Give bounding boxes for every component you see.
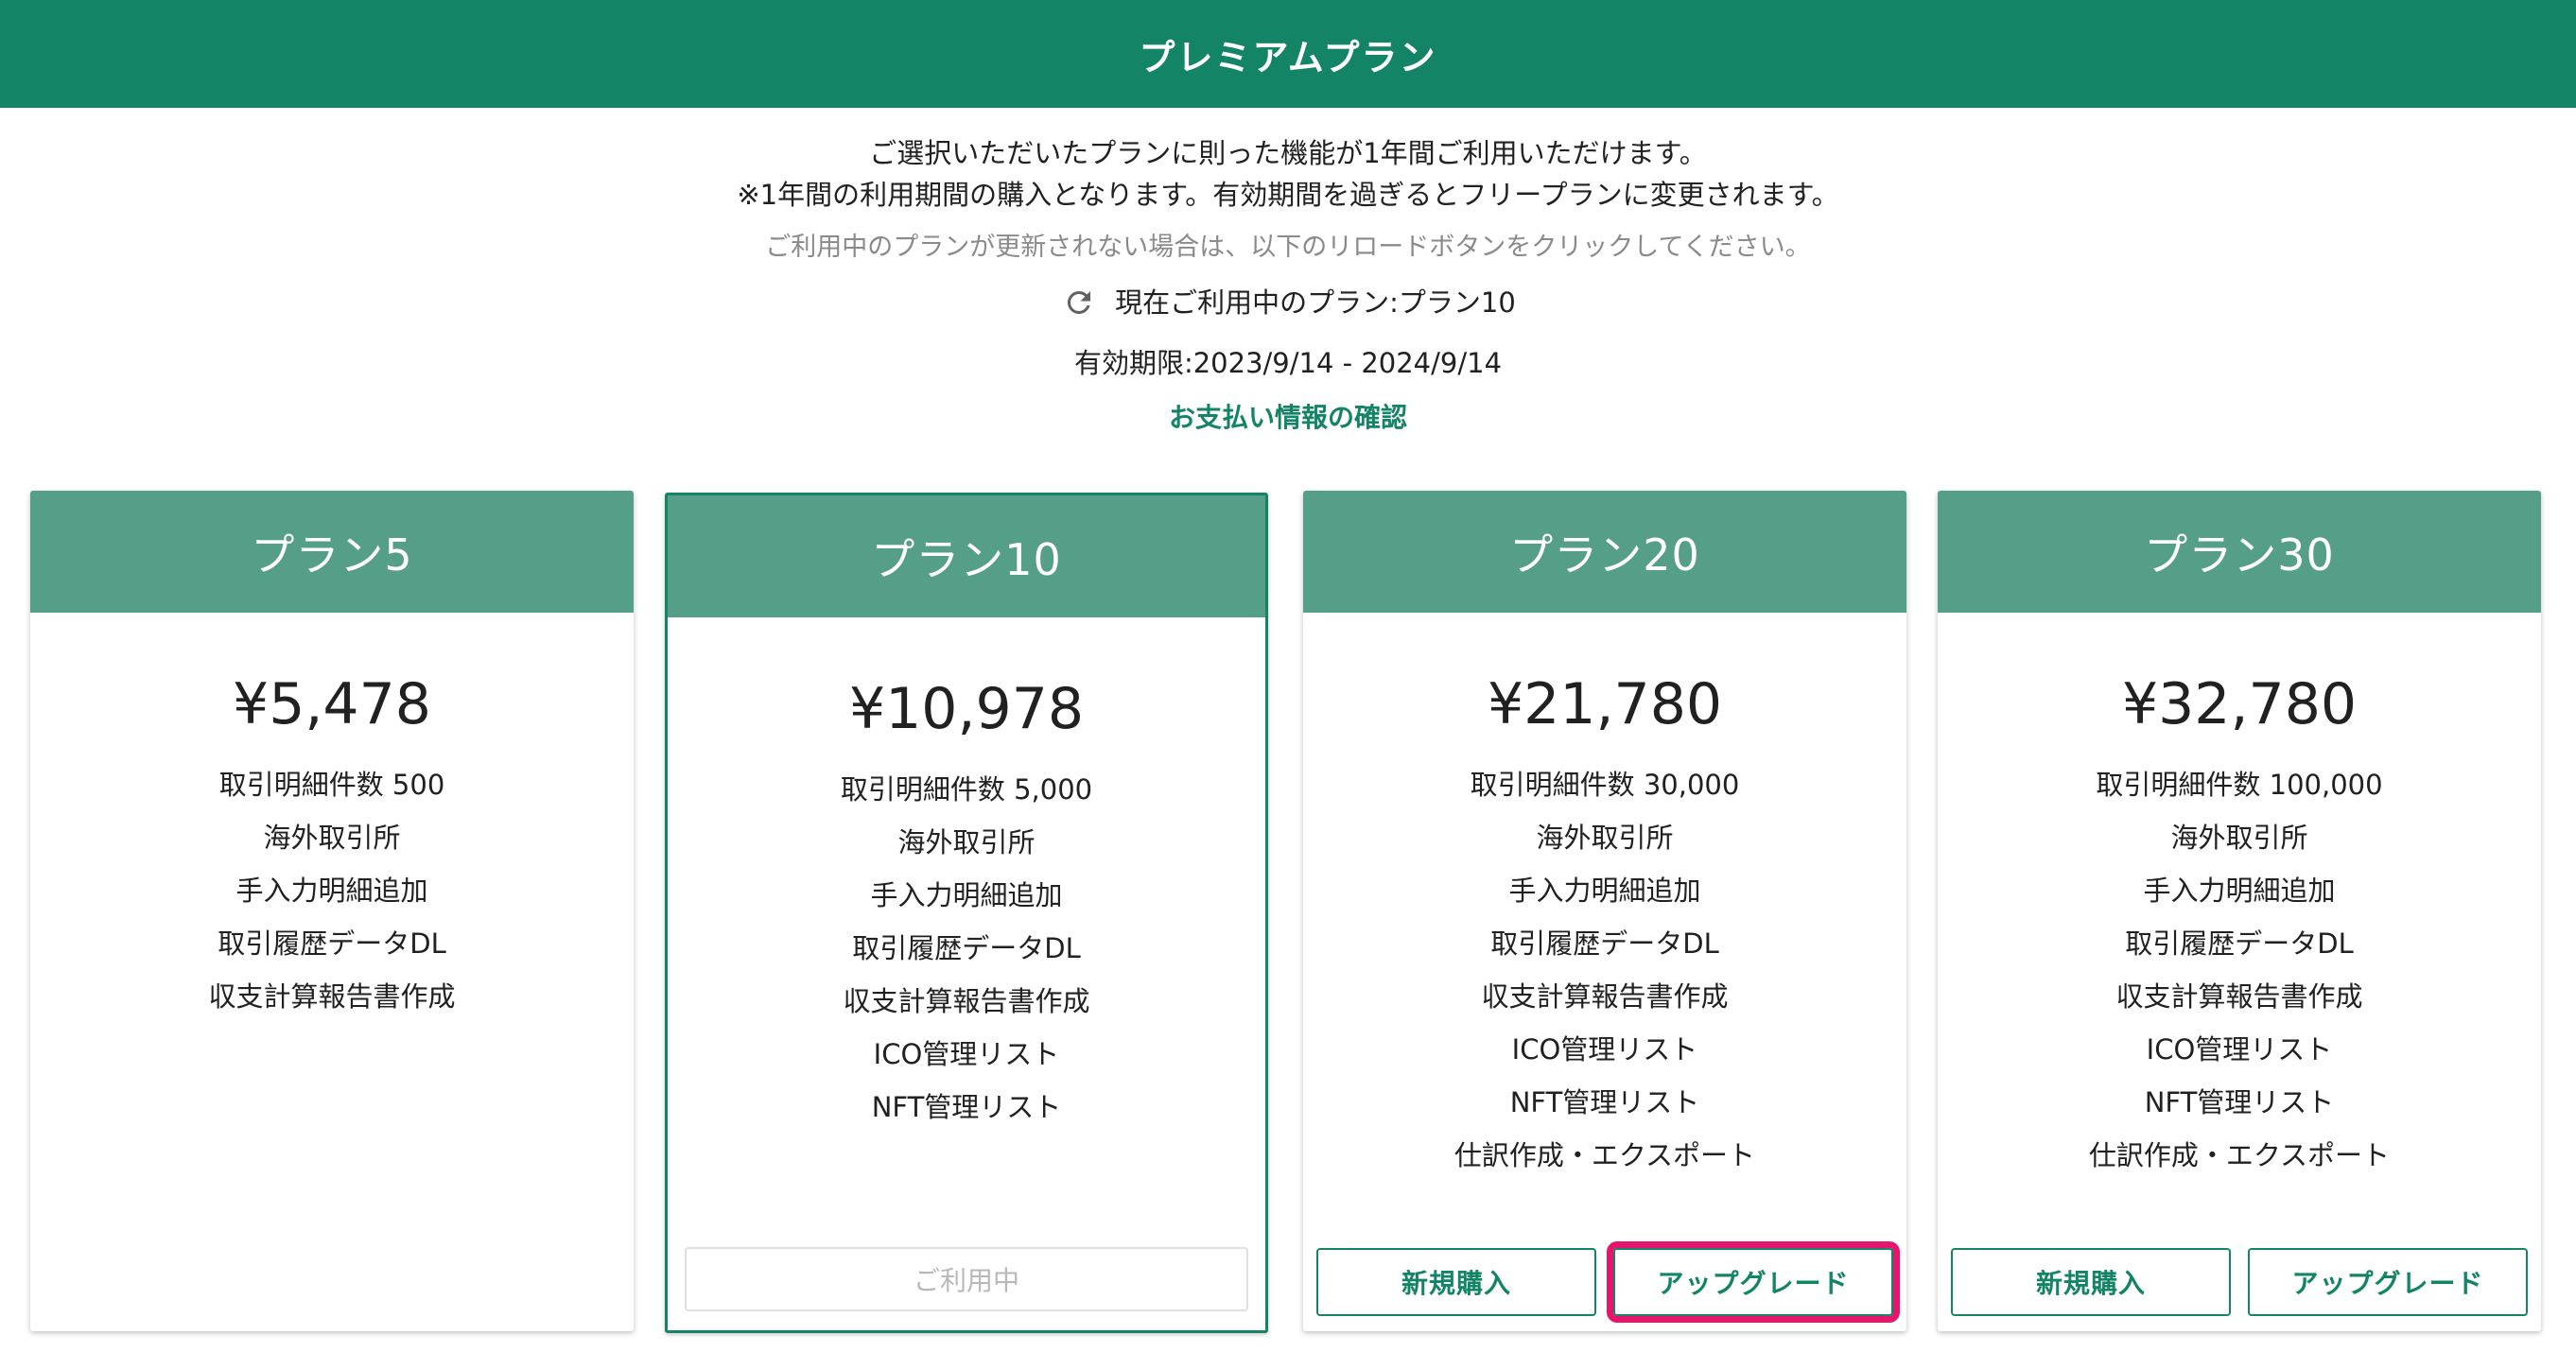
feature-list: 取引明細件数 500 海外取引所 手入力明細追加 取引履歴データDL 収支計算報…	[30, 758, 634, 1023]
plan-card-30: プラン30 ¥32,780 取引明細件数 100,000 海外取引所 手入力明細…	[1938, 491, 2541, 1331]
page-title: プレミアムプラン	[1139, 36, 1437, 78]
plan-card-5: プラン5 ¥5,478 取引明細件数 500 海外取引所 手入力明細追加 取引履…	[30, 491, 634, 1331]
feature-item: 取引明細件数 30,000	[1470, 769, 1740, 801]
in-use-button: ご利用中	[685, 1247, 1248, 1311]
plan-card-header: プラン30	[1938, 491, 2541, 613]
plan-actions: 新規購入 アップグレード	[1316, 1241, 1900, 1323]
intro-line-1: ご選択いただいたプランに則った機能が1年間ご利用いただけます。	[869, 137, 1707, 169]
plan-price: ¥21,780	[1487, 671, 1723, 737]
feature-item: NFT管理リスト	[871, 1091, 1062, 1123]
new-purchase-button[interactable]: 新規購入	[1316, 1248, 1596, 1316]
plan-card-10: プラン10 ¥10,978 取引明細件数 5,000 海外取引所 手入力明細追加…	[665, 493, 1268, 1333]
feature-item: 取引明細件数 100,000	[2096, 769, 2383, 801]
feature-item: 取引履歴データDL	[1490, 927, 1719, 960]
plan-name: プラン30	[2144, 529, 2335, 581]
payment-info-link[interactable]: お支払い情報の確認	[1169, 397, 1407, 439]
plan-price: ¥10,978	[848, 676, 1085, 742]
feature-item: ICO管理リスト	[873, 1038, 1060, 1070]
feature-item: 取引履歴データDL	[2125, 927, 2354, 960]
feature-item: 海外取引所	[1536, 822, 1674, 854]
plan-name: プラン5	[251, 529, 413, 581]
reload-note: ご利用中のプランが更新されない場合は、以下のリロードボタンをクリックしてください…	[765, 233, 1811, 262]
plan-card-20: プラン20 ¥21,780 取引明細件数 30,000 海外取引所 手入力明細追…	[1303, 491, 1906, 1331]
feature-item: 収支計算報告書作成	[208, 980, 456, 1013]
validity-period: 有効期限:2023/9/14 - 2024/9/14	[1073, 347, 1503, 379]
upgrade-button[interactable]: アップグレード	[1607, 1241, 1900, 1323]
current-plan-text: 現在ご利用中のプラン:プラン10	[1115, 286, 1516, 319]
intro-section: ご選択いただいたプランに則った機能が1年間ご利用いただけます。 ※1年間の利用期…	[0, 132, 2576, 439]
plan-card-header: プラン20	[1303, 491, 1906, 613]
page-header: プレミアムプラン	[0, 0, 2576, 108]
feature-item: ICO管理リスト	[2146, 1033, 2333, 1066]
feature-item: 海外取引所	[263, 822, 401, 854]
feature-item: 手入力明細追加	[1508, 875, 1701, 907]
plan-price: ¥5,478	[233, 671, 431, 737]
plan-name: プラン10	[871, 533, 1062, 585]
plan-card-header: プラン5	[30, 491, 634, 613]
plan-card-header: プラン10	[668, 495, 1265, 617]
feature-item: 仕訳作成・エクスポート	[2088, 1139, 2391, 1171]
feature-item: 収支計算報告書作成	[843, 985, 1090, 1017]
current-plan-row: 現在ご利用中のプラン:プラン10	[0, 282, 2576, 323]
plan-name: プラン20	[1509, 529, 1700, 581]
feature-item: 海外取引所	[897, 826, 1036, 858]
feature-item: ICO管理リスト	[1511, 1033, 1698, 1066]
upgrade-button[interactable]: アップグレード	[2248, 1248, 2528, 1316]
feature-item: 海外取引所	[2170, 822, 2308, 854]
feature-item: 収支計算報告書作成	[2115, 980, 2363, 1013]
plan-actions: 新規購入 アップグレード	[1951, 1248, 2528, 1316]
feature-list: 取引明細件数 100,000 海外取引所 手入力明細追加 取引履歴データDL 収…	[1938, 758, 2541, 1182]
feature-item: 手入力明細追加	[870, 879, 1063, 911]
feature-item: 取引履歴データDL	[218, 927, 446, 960]
feature-item: 収支計算報告書作成	[1481, 980, 1729, 1013]
feature-item: 取引明細件数 5,000	[840, 773, 1093, 806]
feature-list: 取引明細件数 5,000 海外取引所 手入力明細追加 取引履歴データDL 収支計…	[668, 763, 1265, 1134]
feature-list: 取引明細件数 30,000 海外取引所 手入力明細追加 取引履歴データDL 収支…	[1303, 758, 1906, 1182]
feature-item: NFT管理リスト	[1509, 1086, 1700, 1118]
feature-item: 仕訳作成・エクスポート	[1453, 1139, 1756, 1171]
new-purchase-button[interactable]: 新規購入	[1951, 1248, 2231, 1316]
reload-icon[interactable]	[1060, 284, 1098, 321]
feature-item: 取引履歴データDL	[852, 932, 1081, 964]
feature-item: 取引明細件数 500	[218, 769, 445, 801]
plan-price: ¥32,780	[2121, 671, 2358, 737]
feature-item: 手入力明細追加	[235, 875, 428, 907]
feature-item: NFT管理リスト	[2144, 1086, 2335, 1118]
intro-line-2: ※1年間の利用期間の購入となります。有効期間を過ぎるとフリープランに変更されます…	[737, 179, 1839, 211]
feature-item: 手入力明細追加	[2143, 875, 2336, 907]
